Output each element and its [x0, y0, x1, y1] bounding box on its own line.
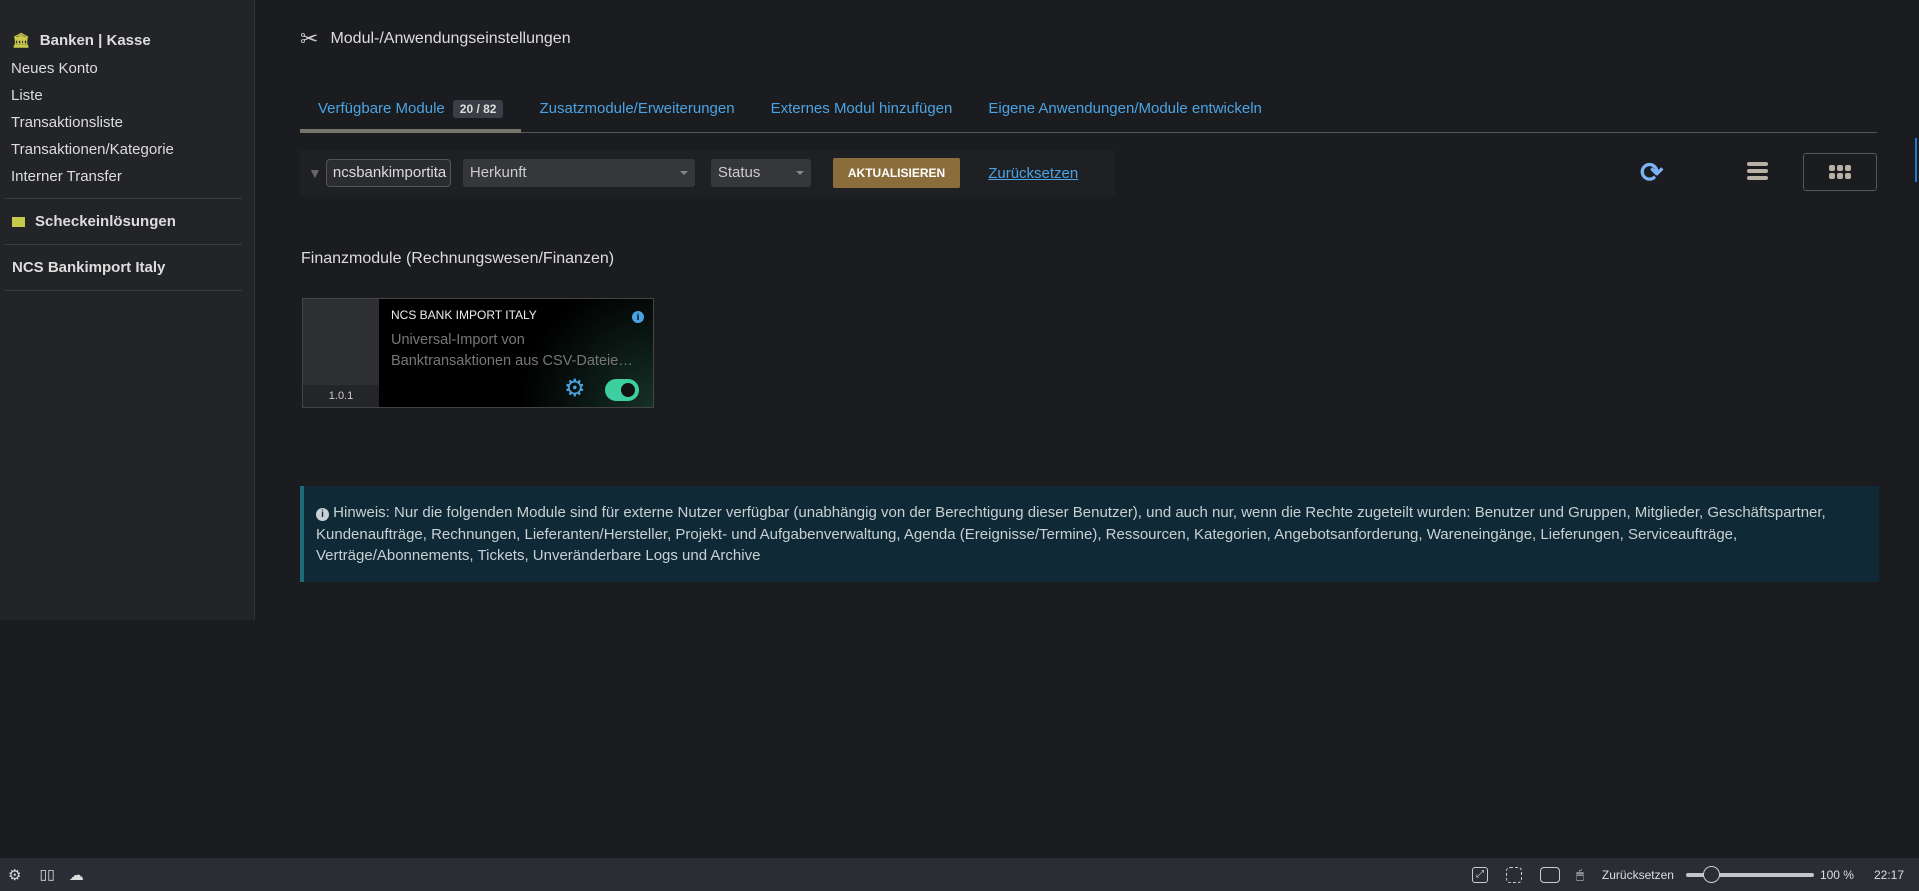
sidebar: 🏛 Banken | Kasse Neues Konto Liste Trans…	[0, 0, 255, 620]
tools-icon: ✂	[300, 26, 319, 51]
info-icon: i	[316, 508, 329, 521]
filter-bar: ▼ ncsbankimportita Herkunft Status AKTUA…	[300, 150, 1115, 196]
sidebar-item-new-account[interactable]: Neues Konto	[0, 55, 254, 82]
zoom-level: 100 %	[1819, 867, 1854, 882]
tab-add-external[interactable]: Externes Modul hinzufügen	[753, 92, 971, 133]
scroll-indicator[interactable]	[1915, 138, 1917, 182]
grid-icon	[1829, 165, 1851, 179]
clock: 22:17	[1873, 867, 1904, 882]
tab-available-modules[interactable]: Verfügbare Module 20 / 82	[300, 92, 522, 133]
module-version: 1.0.1	[303, 385, 379, 407]
notice-box: i Hinweis: Nur die folgenden Module sind…	[300, 486, 1879, 582]
update-button[interactable]: AKTUALISIEREN	[832, 158, 961, 188]
refresh-icon[interactable]: ⟳	[1640, 156, 1663, 189]
status-select[interactable]: Status	[710, 159, 811, 187]
filter-icon: ▼	[308, 165, 322, 181]
search-input[interactable]: ncsbankimportita	[325, 159, 451, 187]
sidebar-item-transaction-list[interactable]: Transaktionsliste	[0, 109, 254, 136]
module-info-icon[interactable]: i	[632, 311, 644, 323]
sidebar-item-transactions-category[interactable]: Transaktionen/Kategorie	[0, 136, 254, 163]
module-toggle[interactable]	[605, 379, 639, 401]
bank-icon: 🏛	[12, 31, 30, 48]
module-name: NCS BANK IMPORT ITALY	[391, 308, 537, 322]
cloud-off-icon[interactable]: ☁	[69, 866, 84, 884]
grid-view-button[interactable]	[1803, 153, 1877, 191]
tab-extensions[interactable]: Zusatzmodule/Erweiterungen	[521, 92, 752, 133]
settings-icon[interactable]: ⚙	[8, 866, 21, 884]
sidebar-section-banks[interactable]: 🏛 Banken | Kasse	[0, 29, 254, 51]
expand-icon[interactable]: ⤢	[1472, 866, 1489, 883]
tabs: Verfügbare Module 20 / 82 Zusatzmodule/Er…	[300, 92, 1877, 133]
split-view-icon[interactable]	[1540, 866, 1561, 883]
zoom-reset-button[interactable]: Zurücksetzen	[1602, 868, 1674, 882]
zoom-slider-handle[interactable]	[1702, 865, 1720, 883]
mouse-code-icon[interactable]: 🖱	[1576, 867, 1584, 883]
section-title: Finanzmodule (Rechnungswesen/Finanzen)	[301, 250, 615, 267]
taskbar: ⚙ ▯▯ ☁ ⤢ 🖱 Zurücksetzen 100 % 22:17	[0, 858, 1919, 891]
module-logo: 1.0.1	[303, 299, 379, 407]
list-view-icon[interactable]	[1747, 162, 1768, 180]
check-icon	[12, 216, 25, 227]
origin-select[interactable]: Herkunft	[462, 159, 695, 187]
page-title: ✂ Modul-/Anwendungseinstellungen	[300, 26, 571, 51]
sidebar-section-ncs[interactable]: NCS Bankimport Italy	[0, 245, 254, 290]
module-card: 1.0.1 NCS BANK IMPORT ITALY i Universal-…	[302, 298, 654, 408]
reset-link[interactable]: Zurücksetzen	[988, 165, 1078, 182]
sidebar-item-list[interactable]: Liste	[0, 82, 254, 109]
pause-icon[interactable]: ▯▯	[39, 866, 54, 883]
tab-develop[interactable]: Eigene Anwendungen/Module entwickeln	[970, 92, 1280, 133]
module-settings-icon[interactable]: ⚙	[564, 374, 586, 403]
divider	[5, 290, 242, 291]
zoom-slider[interactable]	[1685, 865, 1814, 883]
module-count-badge: 20 / 82	[452, 100, 504, 118]
module-description: Universal-Import von Banktransaktionen a…	[391, 332, 633, 369]
screenshot-icon[interactable]	[1506, 866, 1523, 883]
sidebar-section-checks[interactable]: Scheckeinlösungen	[0, 199, 254, 244]
sidebar-item-internal-transfer[interactable]: Interner Transfer	[0, 163, 254, 190]
